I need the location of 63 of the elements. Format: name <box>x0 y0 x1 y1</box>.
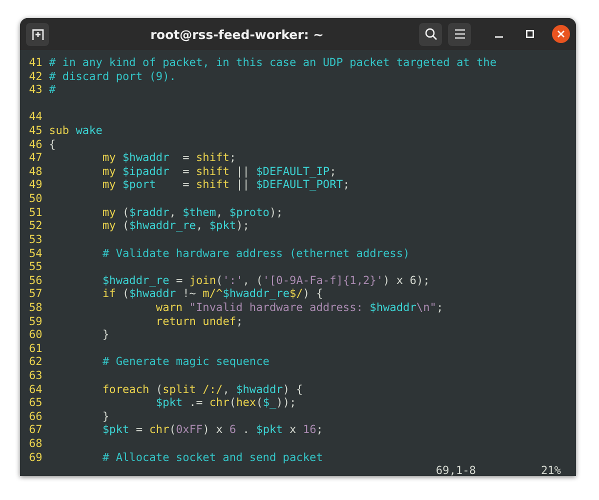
code-line: warn "Invalid hardware address: $hwaddr\n"; <box>154 300 444 315</box>
line-number: 65 <box>29 396 44 410</box>
maximize-icon <box>526 30 534 38</box>
line-number: 60 <box>29 328 44 342</box>
search-button[interactable] <box>419 22 442 46</box>
line-number: 44 <box>29 110 44 124</box>
line-number: 52 <box>29 219 44 233</box>
line-number: 43 <box>29 83 44 97</box>
line-number: 51 <box>29 206 44 220</box>
window-title: root@rss-feed-worker: ~ <box>149 26 325 42</box>
search-icon <box>424 27 438 41</box>
code-line: $pkt = chr(0xFF) x 6 . $pkt x 16; <box>101 423 323 438</box>
scroll-percentage: 21% <box>540 464 561 476</box>
code-line: $pkt .= chr(hex($_)); <box>154 396 296 410</box>
code-line: # <box>49 83 56 97</box>
line-number: 48 <box>29 164 44 178</box>
line-number: 45 <box>29 124 44 138</box>
code-line: # Generate magic sequence <box>101 355 270 370</box>
code-line: my ($raddr, $them, $proto); <box>101 206 283 220</box>
code-line: # Allocate socket and send packet <box>101 450 323 464</box>
code-line: { <box>49 138 56 152</box>
line-number: 61 <box>29 342 44 356</box>
code-line: my $ipaddr = shift || $DEFAULT_IP; <box>101 164 336 178</box>
line-number: 56 <box>29 274 44 288</box>
code-line: foreach (split /:/, $hwaddr) { <box>101 382 303 396</box>
line-number: 62 <box>29 355 44 370</box>
line-number: 47 <box>29 151 44 165</box>
line-number: 58 <box>29 300 44 315</box>
code-line: my $port = shift || $DEFAULT_PORT; <box>101 178 350 192</box>
line-number: 68 <box>29 437 44 451</box>
new-tab-button[interactable] <box>26 22 49 46</box>
code-line: } <box>101 328 110 342</box>
line-number: 41 <box>29 56 44 70</box>
close-button[interactable] <box>552 25 570 43</box>
close-icon <box>557 30 565 38</box>
cursor-position: 69,1-8 <box>436 464 476 476</box>
line-number: 55 <box>29 260 44 274</box>
menu-icon <box>454 29 466 39</box>
line-number: 63 <box>29 369 44 383</box>
line-number: 53 <box>29 232 44 247</box>
line-number: 66 <box>29 410 44 424</box>
code-line: my $hwaddr = shift; <box>101 151 236 165</box>
menu-button[interactable] <box>448 22 471 46</box>
code-line: my ($hwaddr_re, $pkt); <box>101 219 250 233</box>
code-line: # discard port (9). <box>49 70 176 84</box>
code-line: return undef; <box>154 314 243 328</box>
line-number: 42 <box>29 70 44 84</box>
line-number: 69 <box>29 450 44 464</box>
line-number: 46 <box>29 138 44 152</box>
line-number: 64 <box>29 382 44 396</box>
code-line: sub wake <box>49 124 102 138</box>
code-line: } <box>101 410 110 424</box>
new-tab-icon <box>30 27 44 41</box>
code-line: # Validate hardware address (ethernet address) <box>101 246 410 260</box>
code-line: $hwaddr_re = join(':', ('[0-9A-Fa-f]{1,2}') x 6); <box>101 274 430 288</box>
line-number: 50 <box>29 192 44 206</box>
line-number: 57 <box>29 287 44 301</box>
line-number: 67 <box>29 423 44 438</box>
line-number: 59 <box>29 314 44 328</box>
code-line: # in any kind of packet, in this case an UDP packet targeted at the <box>49 56 497 70</box>
line-number: 49 <box>29 178 44 192</box>
line-number: 54 <box>29 246 44 260</box>
code-line: if ($hwaddr !~ m/^$hwaddr_re$/) { <box>101 287 323 301</box>
